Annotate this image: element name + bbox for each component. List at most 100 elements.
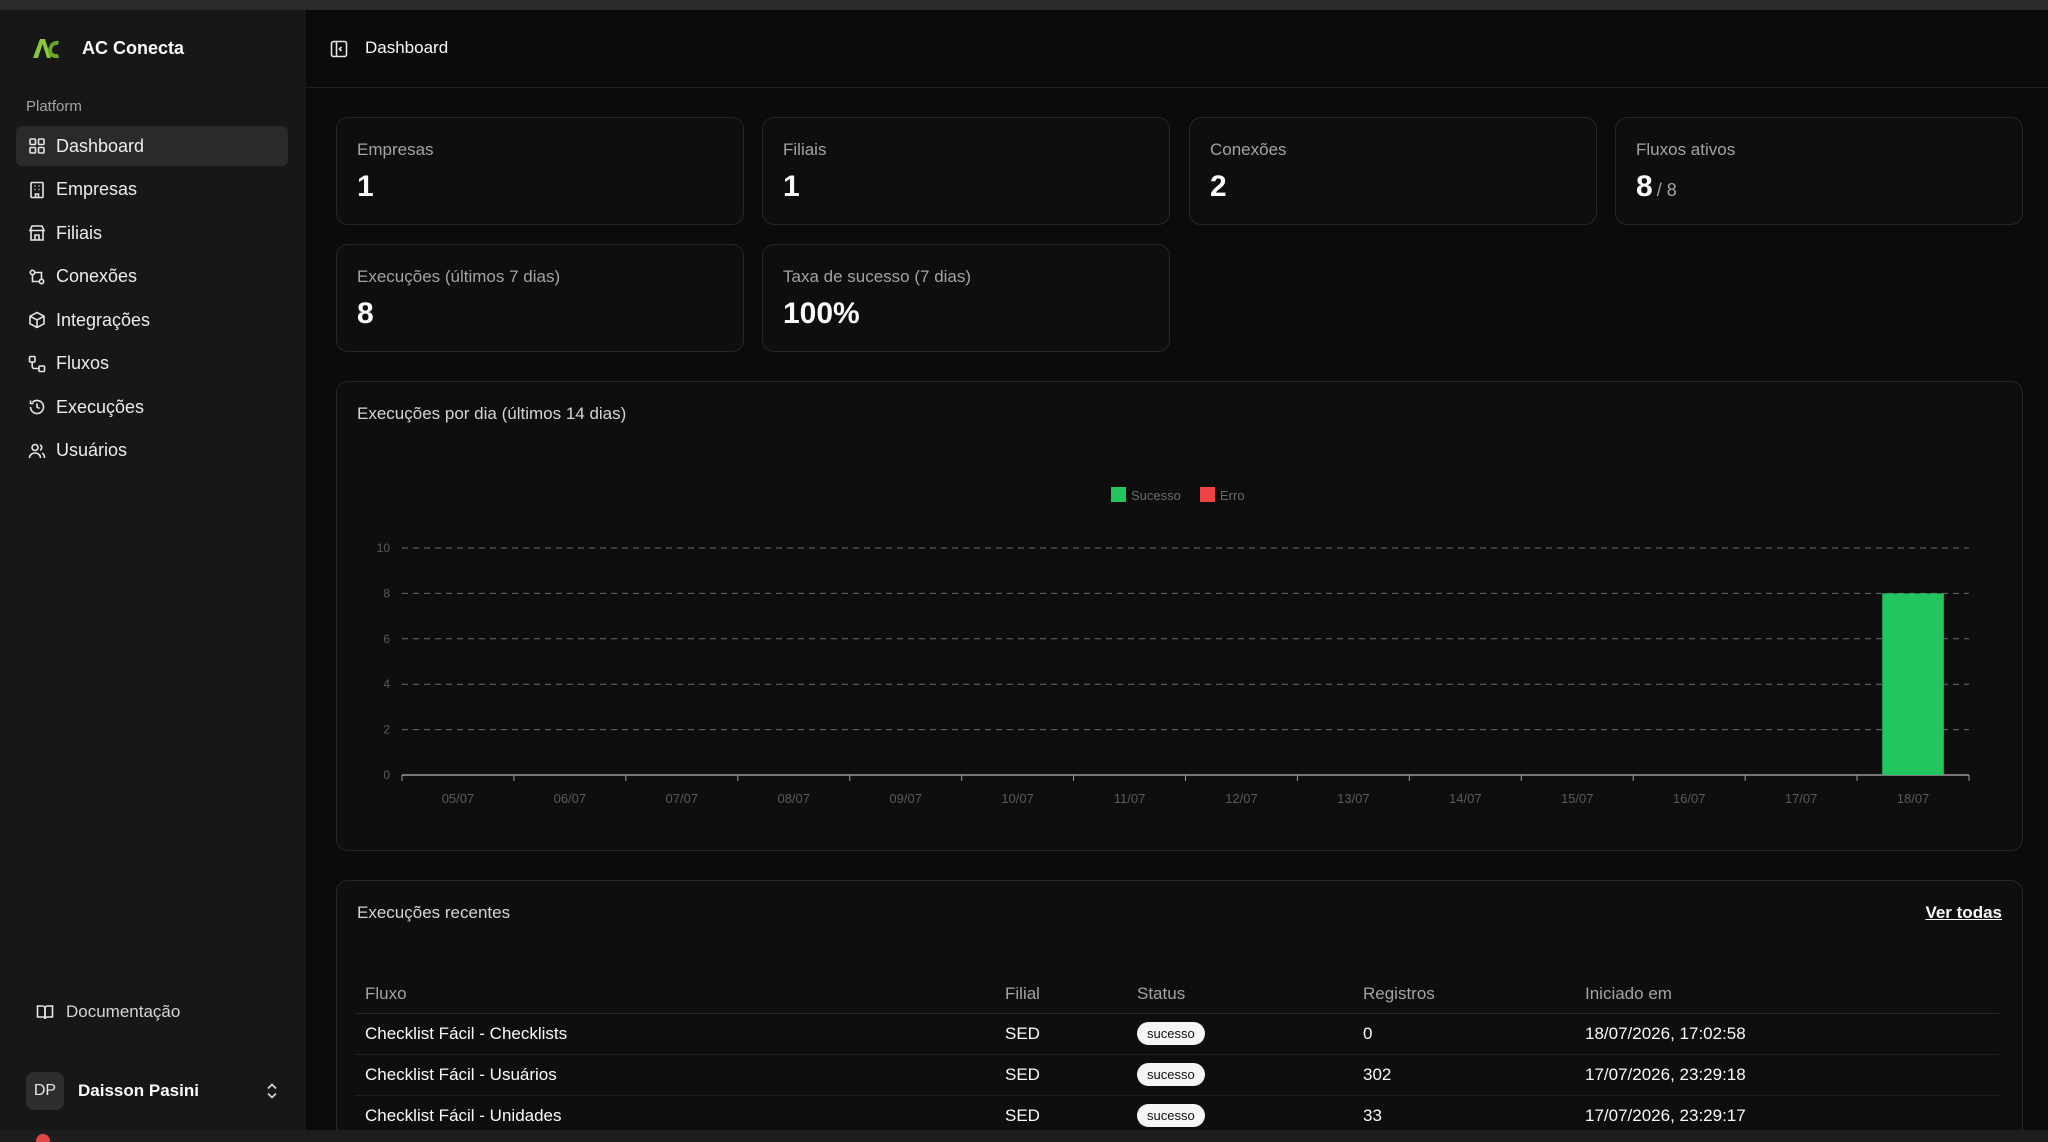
y-tick-label: 10	[377, 541, 391, 555]
page-title: Dashboard	[365, 38, 449, 57]
stat-label: Conexões	[1210, 140, 1287, 159]
sidebar-item-usuarios[interactable]: Usuários	[16, 431, 288, 471]
stat-card-taxa-sucesso: Taxa de sucesso (7 dias) 100%	[762, 244, 1170, 352]
cell-status: sucesso	[1127, 1013, 1353, 1055]
table-header-row: Fluxo Filial Status Registros Iniciado e…	[355, 975, 1999, 1014]
status-badge: sucesso	[1137, 1022, 1205, 1045]
sidebar-item-fluxos[interactable]: Fluxos	[16, 344, 288, 384]
bar-sucesso	[1882, 593, 1944, 775]
stat-label: Filiais	[783, 140, 827, 159]
cell-fluxo: Checklist Fácil - Usuários	[355, 1054, 995, 1096]
recent-executions-title: Execuções recentes	[357, 903, 511, 922]
sidebar-item-label: Empresas	[56, 179, 138, 199]
stat-sub-value: / 8	[1656, 180, 1677, 200]
cell-filial: SED	[995, 1054, 1127, 1096]
x-tick-label: 11/07	[1114, 791, 1146, 806]
legend-label: Sucesso	[1131, 488, 1181, 503]
history-icon	[29, 399, 45, 415]
sidebar-item-label: Integrações	[56, 309, 151, 330]
stat-value: 8	[1636, 170, 1653, 203]
x-tick-label: 18/07	[1897, 791, 1930, 806]
window-top-bar	[0, 0, 2048, 10]
y-tick-label: 2	[383, 723, 390, 737]
y-tick-label: 8	[383, 586, 390, 600]
stat-card-execucoes: Execuções (últimos 7 dias) 8	[336, 244, 744, 352]
column-header-filial[interactable]: Filial	[995, 975, 1127, 1014]
x-tick-label: 12/07	[1225, 791, 1258, 806]
x-tick-label: 15/07	[1561, 791, 1594, 806]
y-tick-label: 0	[383, 768, 390, 782]
sidebar-item-execucoes[interactable]: Execuções	[16, 387, 288, 427]
app-name: AC Conecta	[82, 37, 185, 58]
x-tick-label: 13/07	[1337, 791, 1370, 806]
x-tick-label: 09/07	[889, 791, 922, 806]
stat-value: 2	[1210, 170, 1227, 203]
column-header-registros[interactable]: Registros	[1353, 975, 1575, 1014]
column-header-fluxo[interactable]: Fluxo	[355, 975, 995, 1014]
package-icon	[29, 311, 45, 329]
chart-card: Execuções por dia (últimos 14 dias) Suce…	[336, 381, 2023, 851]
y-tick-label: 6	[383, 632, 390, 646]
sidebar-item-label: Dashboard	[56, 135, 145, 156]
building-icon	[30, 181, 44, 198]
sidebar-item-integracoes[interactable]: Integrações	[16, 300, 288, 340]
x-tick-label: 17/07	[1785, 791, 1818, 806]
sidebar-nav: Dashboard Empresas Filiais Conexões Inte…	[16, 126, 288, 474]
book-open-icon	[36, 1005, 54, 1020]
store-icon	[28, 225, 46, 241]
x-tick-label: 10/07	[1001, 791, 1034, 806]
user-name: Daisson Pasini	[78, 1081, 199, 1100]
page-header: Dashboard	[306, 10, 2048, 88]
x-tick-label: 08/07	[777, 791, 810, 806]
x-tick-label: 05/07	[442, 791, 475, 806]
sidebar-toggle-icon[interactable]	[330, 40, 348, 58]
stat-label: Fluxos ativos	[1636, 140, 1736, 159]
main-content: Dashboard Empresas 1 Filiais 1 Conexões …	[306, 10, 2048, 1142]
sidebar-item-label: Fluxos	[56, 353, 110, 373]
x-tick-label: 14/07	[1449, 791, 1482, 806]
stat-card-empresas: Empresas 1	[336, 117, 744, 225]
stat-label: Taxa de sucesso (7 dias)	[783, 267, 972, 286]
x-tick-label: 06/07	[554, 791, 587, 806]
recent-executions-table: Fluxo Filial Status Registros Iniciado e…	[355, 975, 1999, 1137]
brand[interactable]: AC Conecta	[30, 34, 184, 62]
documentation-label: Documentação	[66, 1002, 181, 1021]
sidebar-item-conexoes[interactable]: Conexões	[16, 257, 288, 297]
sidebar-item-label: Conexões	[56, 266, 138, 286]
y-tick-label: 4	[383, 677, 390, 691]
workflow-icon	[28, 355, 46, 372]
see-all-link[interactable]: Ver todas	[1925, 903, 2002, 923]
chevrons-up-down-icon	[267, 1083, 277, 1099]
stat-value-wrapper: 8/ 8	[1636, 170, 1677, 204]
dashboard-grid-icon	[29, 138, 45, 154]
table-row[interactable]: Checklist Fácil - Usuários SED sucesso 3…	[355, 1054, 1999, 1096]
user-menu[interactable]: DP Daisson Pasini	[26, 1070, 280, 1112]
table-row[interactable]: Checklist Fácil - Checklists SED sucesso…	[355, 1013, 1999, 1055]
users-icon	[28, 443, 46, 458]
taskbar-app-icon[interactable]	[36, 1134, 50, 1142]
sidebar-item-empresas[interactable]: Empresas	[16, 170, 288, 210]
sidebar-item-filiais[interactable]: Filiais	[16, 213, 288, 253]
x-tick-label: 16/07	[1673, 791, 1706, 806]
stat-value: 100%	[783, 297, 860, 330]
nav-group-label: Platform	[26, 98, 82, 115]
sidebar: AC Conecta Platform Dashboard Empresas F…	[0, 10, 306, 1130]
stat-card-filiais: Filiais 1	[762, 117, 1170, 225]
sidebar-item-dashboard[interactable]: Dashboard	[16, 126, 288, 166]
stat-value: 1	[783, 170, 800, 203]
cell-status: sucesso	[1127, 1054, 1353, 1096]
cell-fluxo: Checklist Fácil - Checklists	[355, 1013, 995, 1055]
sidebar-item-label: Filiais	[56, 222, 103, 243]
column-header-status[interactable]: Status	[1127, 975, 1353, 1014]
stat-label: Empresas	[357, 140, 434, 159]
x-tick-label: 07/07	[666, 791, 699, 806]
documentation-link[interactable]: Documentação	[36, 1002, 180, 1022]
cell-iniciado-em: 18/07/2026, 17:02:58	[1575, 1013, 1999, 1055]
cell-iniciado-em: 17/07/2026, 23:29:18	[1575, 1054, 1999, 1096]
stat-value: 8	[357, 297, 374, 330]
connection-icon	[29, 268, 45, 285]
stat-card-fluxos-ativos: Fluxos ativos 8/ 8	[1615, 117, 2023, 225]
status-badge: sucesso	[1137, 1063, 1205, 1086]
column-header-iniciado-em[interactable]: Iniciado em	[1575, 975, 1999, 1014]
sidebar-item-label: Execuções	[56, 396, 145, 417]
